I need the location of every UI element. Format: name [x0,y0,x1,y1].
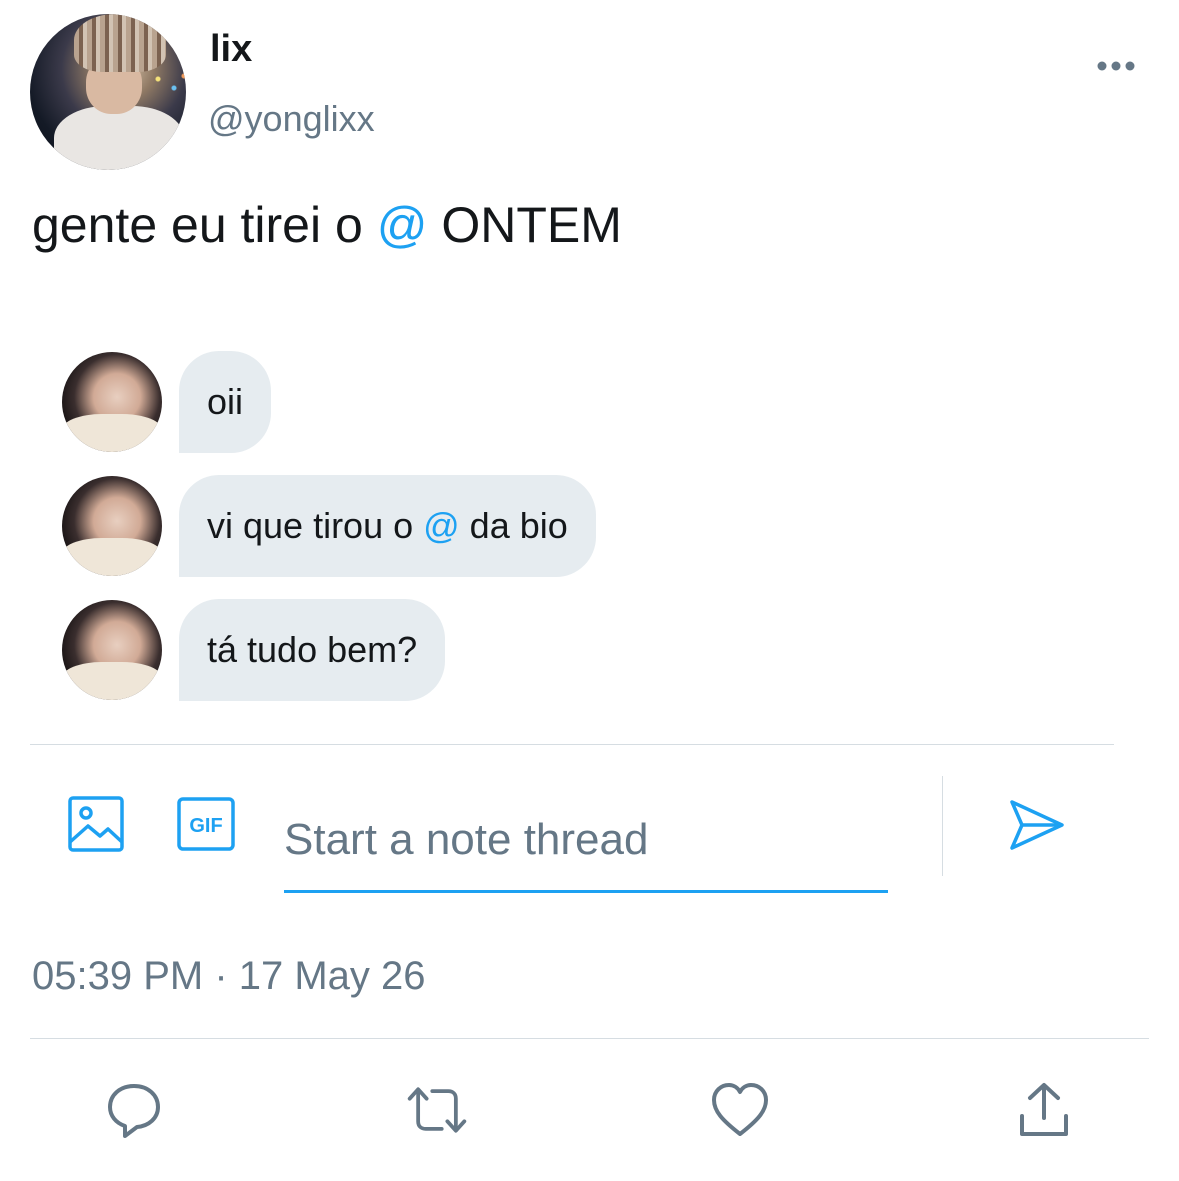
message-text-after: da bio [459,505,568,546]
message-avatar [62,600,162,700]
retweet-button[interactable] [404,1080,467,1140]
reply-button[interactable] [104,1080,164,1140]
author-name[interactable]: lix [210,28,252,71]
tweet-text-after: ONTEM [427,197,622,253]
author-handle[interactable]: @yonglixx [208,98,375,140]
image-icon[interactable] [68,796,124,852]
share-button[interactable] [1014,1080,1074,1140]
divider [30,744,1114,745]
gif-label: GIF [189,815,222,837]
gif-icon[interactable]: GIF [177,797,235,851]
tweet-mention[interactable]: @ [377,197,428,253]
retweet-icon [407,1087,467,1133]
share-icon [1020,1083,1068,1136]
message-mention[interactable]: @ [423,505,460,546]
divider [30,1038,1149,1039]
tweet-timestamp[interactable]: 05:39 PM · 17 May 26 [32,954,426,999]
tweet-text-before: gente eu tirei o [32,197,377,253]
message-avatar [62,476,162,576]
send-icon[interactable] [1008,796,1066,854]
message-bubble: tá tudo bem? [179,599,446,701]
more-options-icon[interactable] [1096,60,1136,72]
author-avatar[interactable] [30,14,186,170]
message-text: oii [207,381,244,422]
note-thread-input[interactable] [284,790,888,893]
message-text-before: vi que tirou o [207,505,424,546]
message-avatar [62,352,162,452]
message-text: tá tudo bem? [207,629,418,670]
reply-icon [108,1084,160,1138]
like-icon [712,1083,768,1136]
like-button[interactable] [710,1080,770,1140]
message-bubble: vi que tirou o @ da bio [179,475,596,577]
vertical-divider [942,776,943,876]
tweet-text: gente eu tirei o @ ONTEM [32,196,622,254]
message-bubble: oii [179,351,272,453]
